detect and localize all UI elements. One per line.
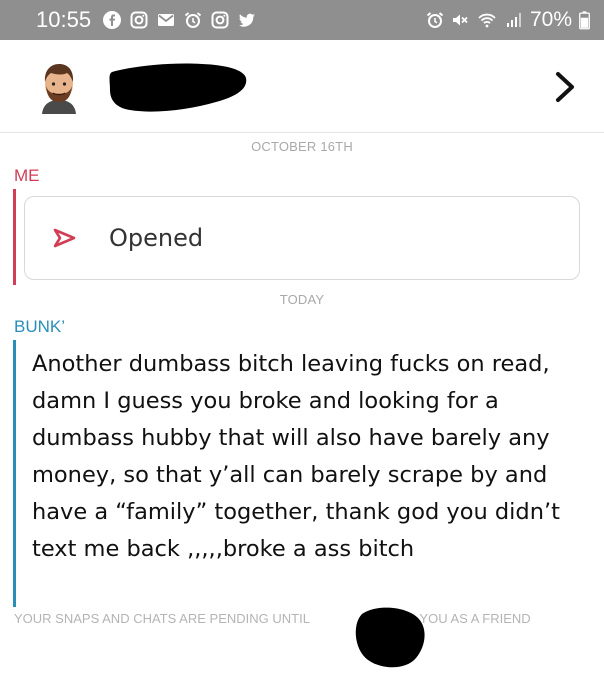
facebook-icon: [103, 11, 122, 29]
instagram-icon: [130, 11, 148, 29]
chat-message[interactable]: Another dumbass bitch leaving fucks on r…: [32, 346, 592, 568]
battery-percent: 70%: [529, 8, 572, 31]
sender-label-bunk: BUNK’: [14, 317, 66, 336]
date-separator: OCTOBER 16TH: [251, 139, 353, 154]
name-redaction: [109, 63, 247, 112]
signal-icon: [506, 13, 521, 27]
username-redaction: [355, 607, 425, 668]
battery-icon: [579, 10, 590, 29]
gmail-icon: [158, 14, 175, 26]
chevron-right-icon[interactable]: [552, 70, 578, 104]
twitter-icon: [239, 13, 256, 27]
alarm-icon: [184, 12, 202, 28]
chat-header: [0, 40, 604, 133]
mute-icon: [452, 14, 468, 26]
pending-friend-note: YOUR SNAPS AND CHATS ARE PENDING UNTIL AD…: [14, 611, 531, 626]
notification-icons: [103, 11, 256, 29]
bitmoji-avatar[interactable]: [36, 62, 82, 114]
sender-bar-bunk: [13, 340, 16, 607]
date-separator-today: TODAY: [279, 292, 325, 307]
opened-status-card[interactable]: Opened: [24, 196, 580, 280]
status-bar: 10:55 70%: [0, 0, 604, 40]
instagram-icon-2: [211, 11, 229, 29]
opened-arrow-icon: [53, 228, 76, 248]
system-icons: 70%: [426, 8, 590, 32]
sender-bar-me: [13, 189, 16, 285]
status-time: 10:55: [36, 7, 92, 32]
alarm-icon-right: [426, 12, 444, 28]
wifi-icon: [478, 13, 496, 28]
sender-label-me: ME: [14, 166, 40, 185]
pending-note-start: YOUR SNAPS AND CHATS ARE PENDING UNTIL: [14, 611, 310, 626]
opened-label: Opened: [109, 224, 204, 252]
